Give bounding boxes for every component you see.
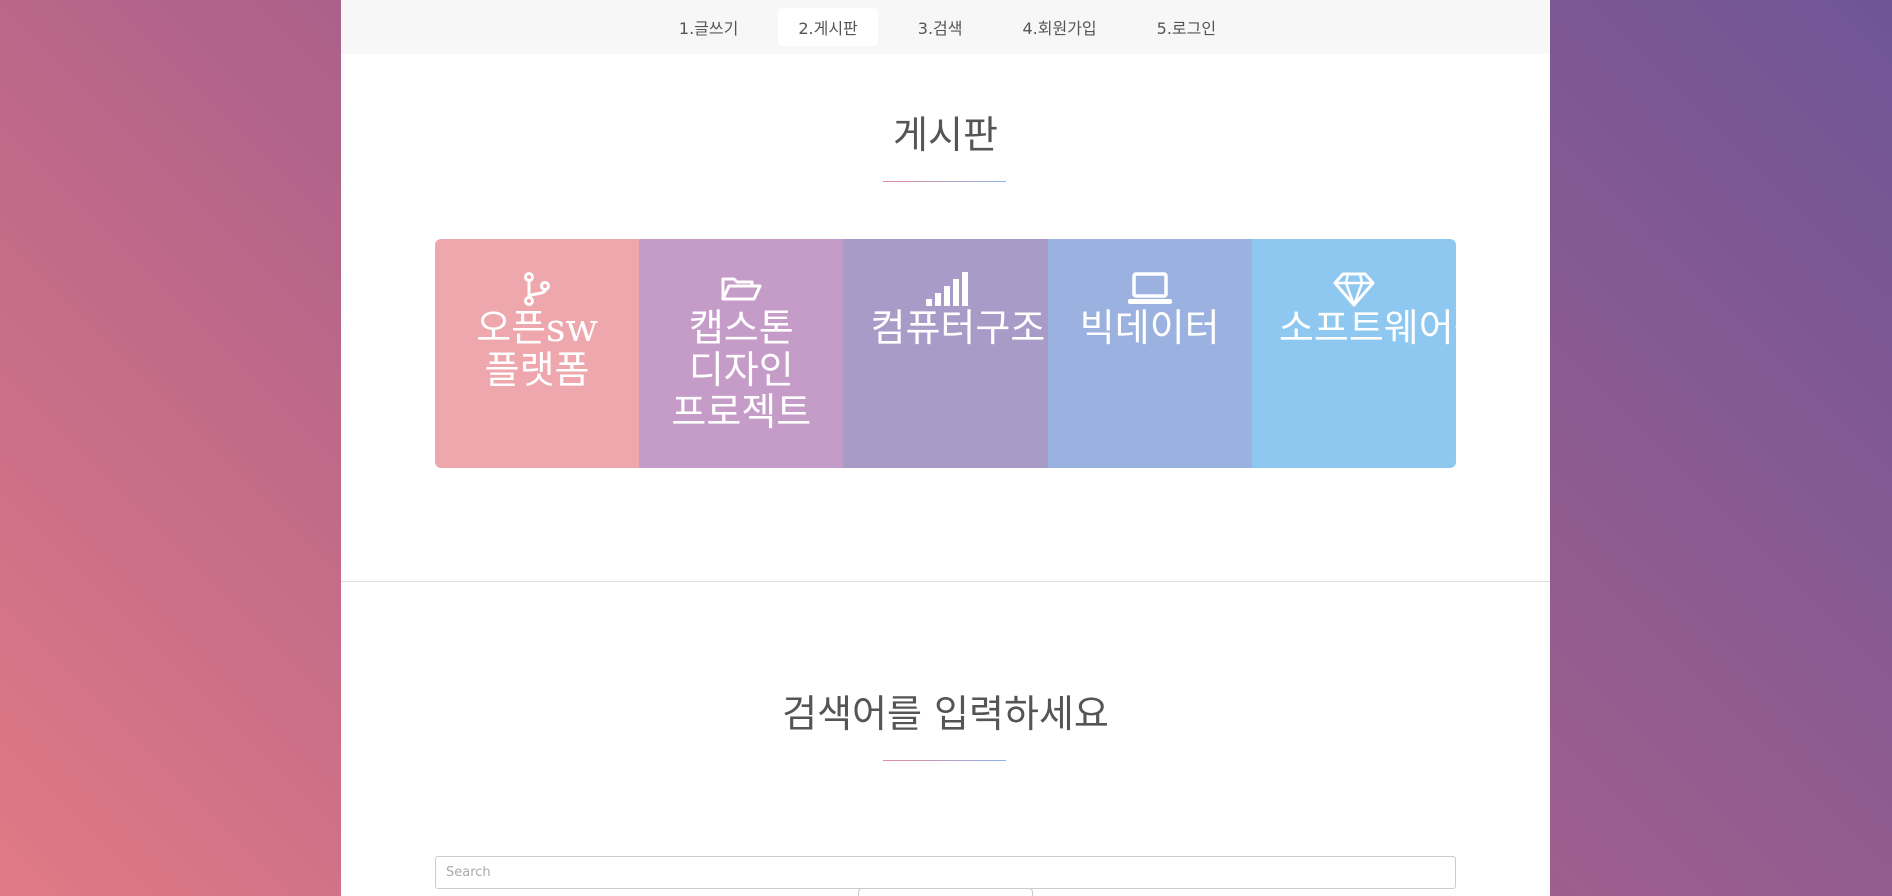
- tile-label: 컴퓨터구조: [870, 306, 1046, 350]
- tile-big-data[interactable]: 빅데이터: [1047, 239, 1252, 468]
- main-page: 1.글쓰기 2.게시판 3.검색 4.회원가입 5.로그인 게시판 오픈sw 플…: [341, 0, 1550, 896]
- board-title: 게시판: [893, 113, 998, 157]
- board-title-underline: [883, 181, 1006, 182]
- top-nav: 1.글쓰기 2.게시판 3.검색 4.회원가입 5.로그인: [341, 0, 1550, 54]
- tile-label: 캡스톤 디자인 프로젝트: [671, 306, 812, 434]
- nav-item-write[interactable]: 1.글쓰기: [659, 8, 758, 46]
- nav-item-signup[interactable]: 4.회원가입: [1003, 8, 1117, 46]
- tile-open-sw-platform[interactable]: 오픈sw 플랫폼: [435, 239, 640, 468]
- tile-capstone-design[interactable]: 캡스톤 디자인 프로젝트: [639, 239, 844, 468]
- nav-item-login[interactable]: 5.로그인: [1137, 8, 1236, 46]
- tile-label: 소프트웨어융합창의설계: [1278, 306, 1456, 350]
- search-title-underline: [883, 760, 1006, 761]
- search-button[interactable]: [858, 888, 1033, 896]
- code-fork-icon: [524, 272, 551, 306]
- tile-label: 오픈sw 플랫폼: [476, 306, 599, 392]
- folder-open-icon: [721, 277, 762, 301]
- tile-software-convergence-design[interactable]: 소프트웨어융합창의설계: [1251, 239, 1456, 468]
- signal-bars-icon: [925, 272, 968, 306]
- nav-item-search[interactable]: 3.검색: [898, 8, 983, 46]
- diamond-icon: [1333, 272, 1375, 307]
- board-tiles: 오픈sw 플랫폼 캡스톤 디자인 프로젝트 컴퓨터구조 빅데이터 소프트웨어: [435, 239, 1456, 468]
- section-divider: [341, 581, 1550, 582]
- tile-label: 빅데이터: [1079, 306, 1220, 350]
- laptop-icon: [1127, 272, 1172, 304]
- nav-item-board[interactable]: 2.게시판: [778, 8, 878, 46]
- search-title: 검색어를 입력하세요: [782, 692, 1109, 736]
- tile-computer-architecture[interactable]: 컴퓨터구조: [843, 239, 1048, 468]
- search-input[interactable]: [435, 856, 1456, 889]
